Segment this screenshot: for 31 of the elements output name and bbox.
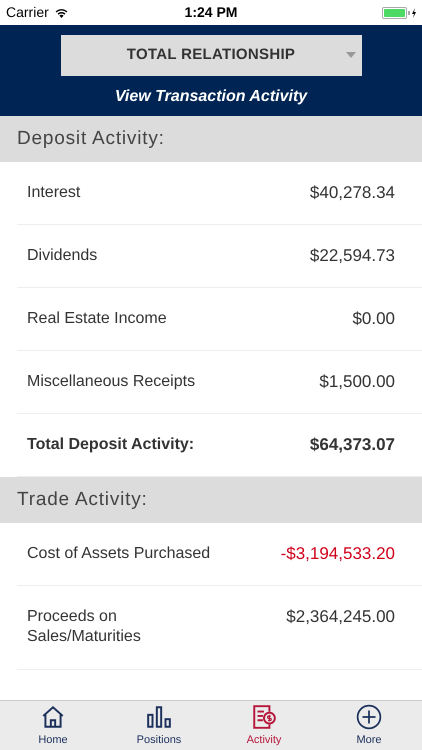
row-amount: $1,500.00 <box>319 372 395 392</box>
home-icon <box>40 704 66 730</box>
battery-icon <box>382 6 416 18</box>
tab[interactable]: Home <box>0 701 106 750</box>
document-icon <box>251 704 277 730</box>
wifi-icon <box>54 7 69 18</box>
caret-icon <box>346 52 356 58</box>
row-label: Total Deposit Activity: <box>27 435 194 455</box>
row-label: Dividends <box>27 246 98 266</box>
row-label: Real Estate Income <box>27 309 167 329</box>
plus-icon <box>356 704 382 730</box>
row-amount: $22,594.73 <box>310 246 395 266</box>
tab[interactable]: Activity <box>212 701 316 750</box>
row-amount: $40,278.34 <box>310 183 395 203</box>
row-label: Proceeds on Sales/Maturities <box>27 607 142 647</box>
clock: 1:24 PM <box>184 3 238 22</box>
carrier-name: Carrier <box>6 3 49 22</box>
account-dropdown[interactable]: TOTAL RELATIONSHIP <box>60 35 362 76</box>
section-title: Deposit Activity: <box>17 126 165 151</box>
row-amount: $64,373.07 <box>310 435 395 455</box>
row-label: Miscellaneous Receipts <box>27 372 196 392</box>
row-label: Interest <box>27 183 80 203</box>
row-amount: $2,364,245.00 <box>286 607 395 627</box>
bar-chart-icon <box>146 704 172 730</box>
tab[interactable]: Positions <box>106 701 212 750</box>
row-amount: -$3,194,533.20 <box>280 544 395 564</box>
row-amount: $0.00 <box>352 309 395 329</box>
transaction-activity-link[interactable]: View Transaction Activity <box>114 85 308 109</box>
row-label: Cost of Assets Purchased <box>27 544 210 564</box>
section-title: Trade Activity: <box>17 488 148 512</box>
tab[interactable]: More <box>316 701 422 750</box>
